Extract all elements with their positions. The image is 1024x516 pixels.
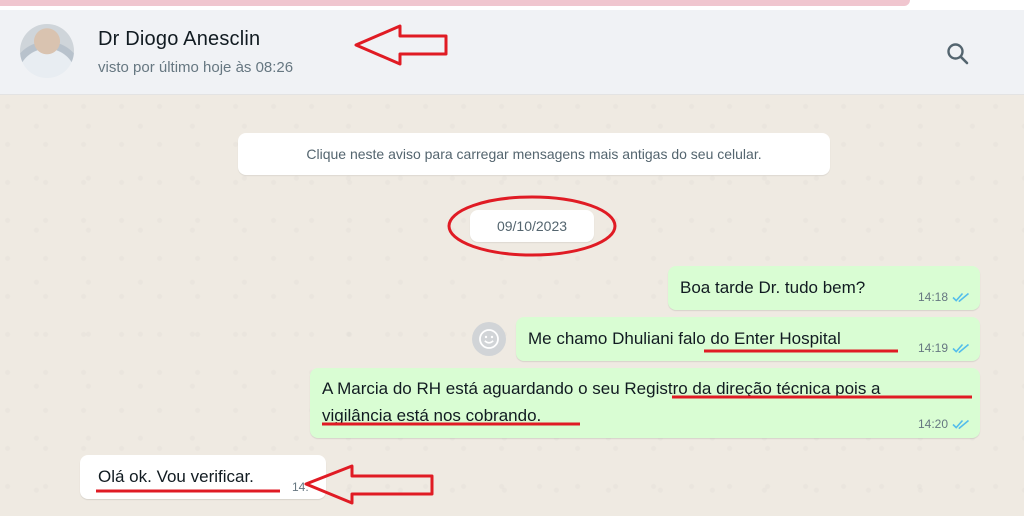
- message-text: Olá ok. Vou verificar.: [98, 467, 254, 486]
- message-time: 14:18: [917, 290, 948, 304]
- last-seen-status: visto por último hoje às 08:26: [98, 59, 294, 76]
- contact-avatar[interactable]: [20, 24, 74, 78]
- message-time: 14:: [292, 480, 309, 494]
- message-time: 14:20: [917, 417, 948, 431]
- message-text-line: A Marcia do RH está aguardando o seu Reg…: [322, 379, 881, 398]
- message-meta: 14:: [292, 480, 309, 494]
- message-bubble-outgoing[interactable]: A Marcia do RH está aguardando o seu Reg…: [310, 368, 980, 438]
- message-meta: 14:20: [918, 417, 970, 431]
- message-bubble-outgoing[interactable]: Boa tarde Dr. tudo bem? 14:18: [668, 266, 980, 310]
- date-separator: 09/10/2023: [470, 210, 594, 242]
- message-meta: 14:19: [918, 341, 970, 355]
- browser-top-strip: [0, 0, 1024, 10]
- message-text-line: vigilância está nos cobrando.: [322, 406, 542, 425]
- double-check-read-icon: [952, 343, 970, 354]
- smiley-icon: [479, 329, 499, 349]
- top-highlight-bar: [0, 0, 910, 6]
- reaction-emoji-button[interactable]: [472, 322, 506, 356]
- double-check-read-icon: [952, 419, 970, 430]
- message-bubble-incoming[interactable]: Olá ok. Vou verificar. 14:: [80, 455, 326, 499]
- message-bubble-outgoing[interactable]: Me chamo Dhuliani falo do Enter Hospital…: [516, 317, 980, 361]
- double-check-read-icon: [952, 292, 970, 303]
- chat-area[interactable]: Clique neste aviso para carregar mensage…: [0, 95, 1024, 516]
- load-older-messages-notice[interactable]: Clique neste aviso para carregar mensage…: [238, 133, 830, 175]
- message-text: Me chamo Dhuliani falo do Enter Hospital: [528, 329, 841, 348]
- message-text: Boa tarde Dr. tudo bem?: [680, 278, 866, 297]
- search-icon[interactable]: [944, 40, 972, 68]
- contact-name[interactable]: Dr Diogo Anesclin: [98, 28, 260, 51]
- message-meta: 14:18: [918, 290, 970, 304]
- message-time: 14:19: [917, 341, 948, 355]
- chat-header: Dr Diogo Anesclin visto por último hoje …: [0, 10, 1024, 95]
